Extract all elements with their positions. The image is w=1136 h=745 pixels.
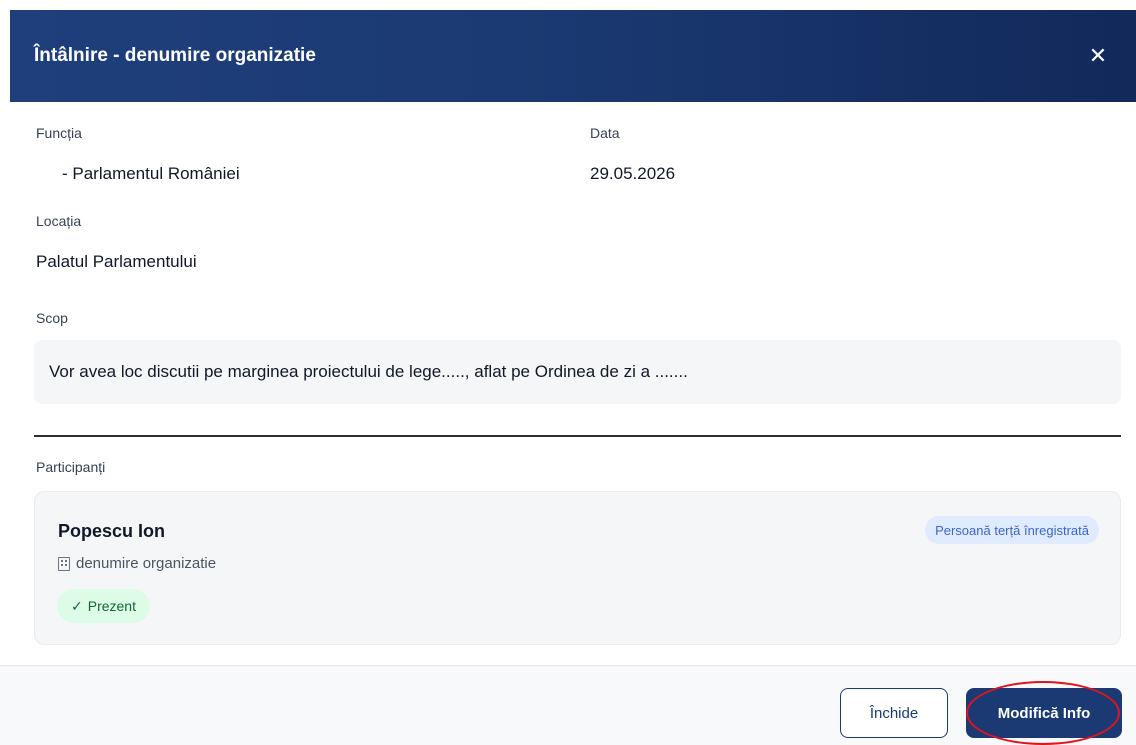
participant-type-badge: Persoană terță înregistrată [925,516,1099,544]
location-label: Locația [36,213,82,229]
modal-title: Întâlnire - denumire organizatie [34,45,316,66]
scope-label: Scop [36,310,68,326]
location-value: Palatul Parlamentului [36,252,197,271]
building-icon [58,556,70,571]
status-label: Prezent [87,598,136,614]
scope-value: Vor avea loc discutii pe marginea proiec… [34,340,1121,404]
participant-card: Popescu Ion denumire organizatie ✓ Preze… [34,491,1121,645]
function-value: - Parlamentul României [62,164,240,183]
participant-name: Popescu Ion [58,521,166,541]
section-divider [34,435,1121,437]
participant-organization-name: denumire organizatie [76,555,217,572]
participant-organization: denumire organizatie [58,555,216,572]
edit-info-button[interactable]: Modifică Info [966,688,1122,738]
close-icon[interactable]: ✕ [1086,44,1110,68]
meeting-details-modal: Întâlnire - denumire organizatie ✕ Funcț… [0,0,1136,745]
participants-label: Participanți [36,459,106,475]
modal-header: Întâlnire - denumire organizatie ✕ [10,10,1136,102]
function-label: Funcția [36,125,82,141]
date-value: 29.05.2026 [590,164,676,183]
status-badge: ✓ Prezent [57,589,150,623]
checkmark-icon: ✓ [71,597,83,614]
close-button[interactable]: Închide [840,688,948,738]
date-label: Data [590,125,620,141]
